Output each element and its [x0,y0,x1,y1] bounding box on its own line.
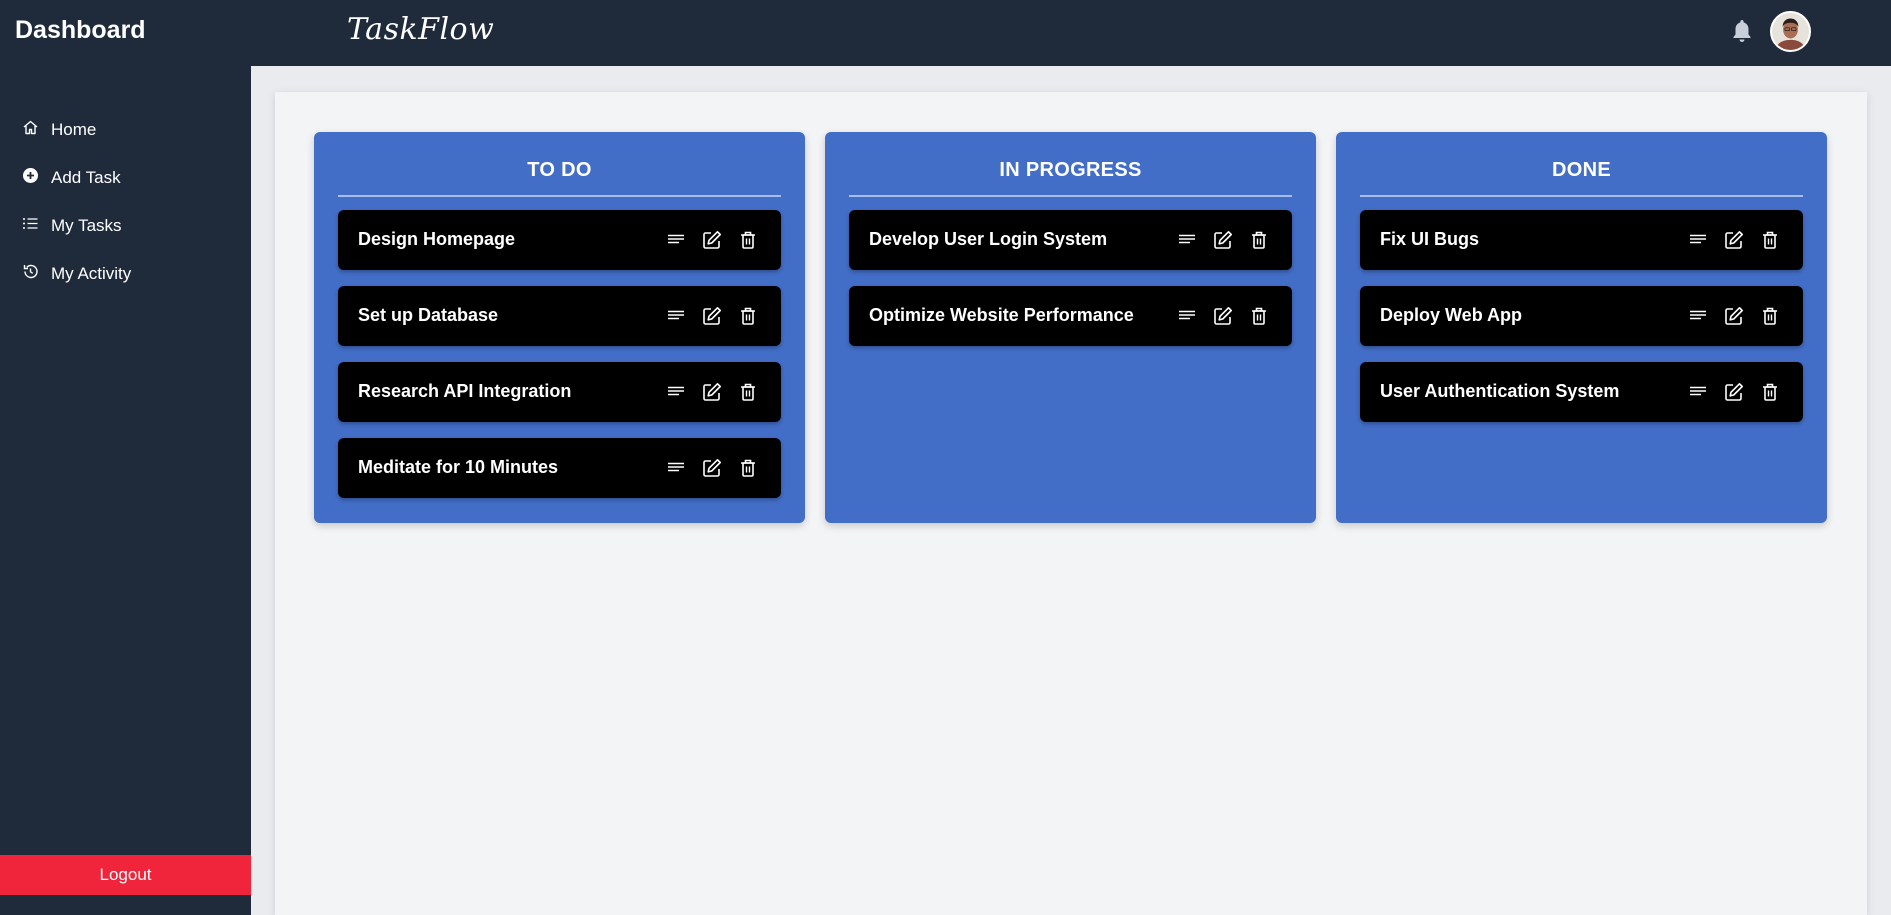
details-icon[interactable] [1687,381,1709,403]
main-content: TO DO Design Homepage Set up Database Re… [251,66,1891,915]
sidebar-item-label: My Activity [51,264,132,283]
edit-icon[interactable] [1212,305,1234,327]
sidebar-item-label: My Tasks [51,216,122,235]
delete-icon[interactable] [1248,229,1270,251]
edit-icon[interactable] [701,229,723,251]
sidebar-item-home[interactable]: Home [22,116,232,144]
delete-icon[interactable] [1248,305,1270,327]
task-title: Fix UI Bugs [1380,229,1480,249]
task-card[interactable]: Set up Database [338,286,781,346]
sidebar: Home Add Task My Tasks My Activity Logou… [0,66,251,915]
edit-icon[interactable] [1723,305,1745,327]
task-card[interactable]: Optimize Website Performance [849,286,1292,346]
delete-icon[interactable] [737,381,759,403]
edit-icon[interactable] [1723,381,1745,403]
task-title: Design Homepage [358,229,516,249]
sidebar-item-my-tasks[interactable]: My Tasks [22,212,232,240]
task-card[interactable]: Fix UI Bugs [1360,210,1803,270]
task-card[interactable]: Design Homepage [338,210,781,270]
details-icon[interactable] [1687,229,1709,251]
task-title: Research API Integration [358,381,572,401]
delete-icon[interactable] [737,457,759,479]
column-in-progress: IN PROGRESS Develop User Login System Op… [825,132,1316,523]
edit-icon[interactable] [1212,229,1234,251]
brand-logo[interactable]: TaskFlow [347,12,494,47]
details-icon[interactable] [665,457,687,479]
details-icon[interactable] [1176,229,1198,251]
plus-circle-icon [22,167,39,189]
sidebar-item-add-task[interactable]: Add Task [22,164,232,192]
column-title: DONE [1552,159,1611,181]
home-icon [22,119,39,141]
delete-icon[interactable] [737,305,759,327]
delete-icon[interactable] [1759,381,1781,403]
column-done: DONE Fix UI Bugs Deploy Web App User Aut… [1336,132,1827,523]
task-card[interactable]: Research API Integration [338,362,781,422]
user-avatar[interactable] [1770,11,1811,52]
dashboard-title: Dashboard [15,16,146,44]
top-bar: Dashboard TaskFlow [0,0,1891,66]
delete-icon[interactable] [737,229,759,251]
task-title: Deploy Web App [1380,305,1523,325]
board-panel: TO DO Design Homepage Set up Database Re… [275,92,1867,915]
sidebar-item-label: Add Task [51,168,121,187]
details-icon[interactable] [665,381,687,403]
column-title: IN PROGRESS [999,159,1142,181]
details-icon[interactable] [1176,305,1198,327]
column-title: TO DO [527,159,592,181]
task-card[interactable]: Meditate for 10 Minutes [338,438,781,498]
task-title: Set up Database [358,305,499,325]
column-divider [1360,195,1803,197]
edit-icon[interactable] [701,457,723,479]
delete-icon[interactable] [1759,305,1781,327]
task-title: Optimize Website Performance [869,305,1134,325]
task-card[interactable]: User Authentication System [1360,362,1803,422]
column-divider [338,195,781,197]
list-icon [22,215,39,237]
task-card[interactable]: Deploy Web App [1360,286,1803,346]
column-divider [849,195,1292,197]
history-icon [22,263,39,285]
task-title: Meditate for 10 Minutes [358,457,559,477]
details-icon[interactable] [665,305,687,327]
sidebar-item-label: Home [51,120,97,139]
details-icon[interactable] [1687,305,1709,327]
logout-button[interactable]: Logout [0,855,251,895]
bell-icon[interactable] [1730,18,1754,44]
task-card[interactable]: Develop User Login System [849,210,1292,270]
sidebar-item-my-activity[interactable]: My Activity [22,260,232,288]
edit-icon[interactable] [701,381,723,403]
column-todo: TO DO Design Homepage Set up Database Re… [314,132,805,523]
details-icon[interactable] [665,229,687,251]
edit-icon[interactable] [701,305,723,327]
task-title: User Authentication System [1380,381,1620,401]
delete-icon[interactable] [1759,229,1781,251]
task-title: Develop User Login System [869,229,1108,249]
edit-icon[interactable] [1723,229,1745,251]
